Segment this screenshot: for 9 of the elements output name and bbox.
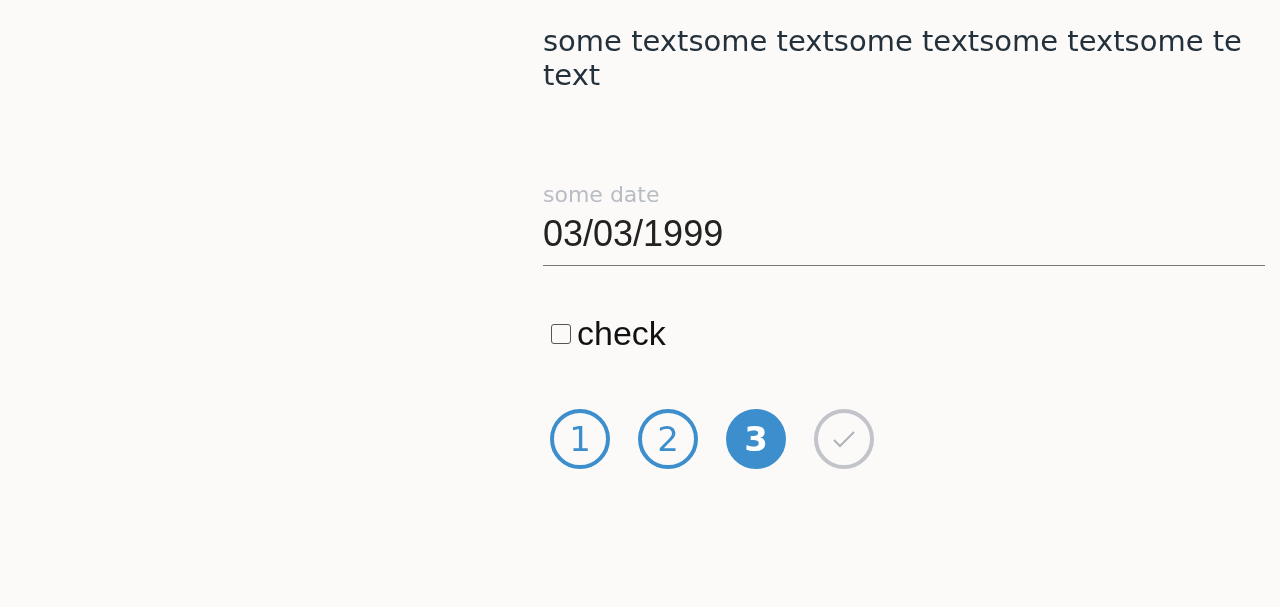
paragraph: some textsome textsome textsome textsome te text <box>543 24 1243 92</box>
step-button[interactable]: 1 <box>550 409 610 469</box>
check-icon <box>832 430 856 448</box>
step-button[interactable]: 3 <box>726 409 786 469</box>
checkbox[interactable] <box>551 323 571 344</box>
field-label: some date <box>543 182 660 207</box>
checkbox-label[interactable]: check <box>577 314 666 353</box>
date-field[interactable]: 03/03/1999 <box>543 213 1265 266</box>
step-button[interactable]: 2 <box>638 409 698 469</box>
